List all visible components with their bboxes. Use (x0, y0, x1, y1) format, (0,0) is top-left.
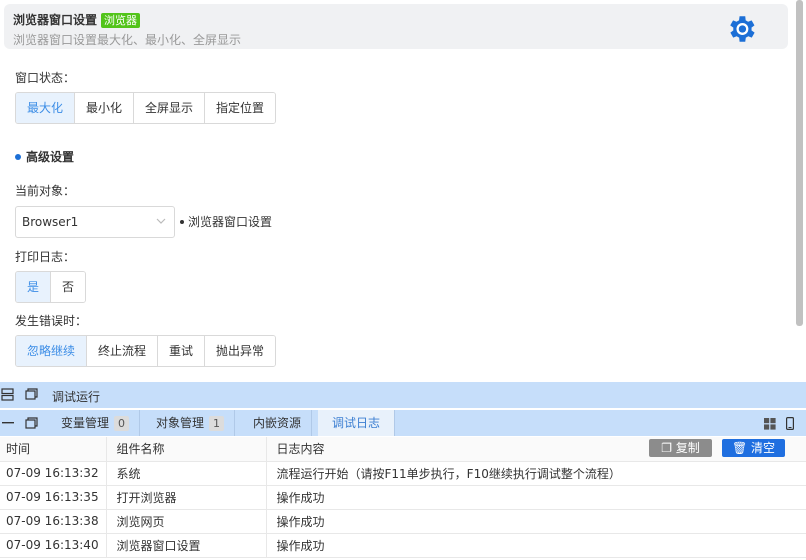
table-row: 07-09 16:13:35 打开浏览器 操作成功 (0, 485, 806, 510)
copy-icon: ❐ (661, 441, 676, 455)
windows-icon[interactable] (764, 418, 776, 430)
chevron-down-icon (156, 218, 166, 224)
tab-variables[interactable]: 变量管理 0 (51, 410, 141, 436)
component-header: 浏览器窗口设置 浏览器 浏览器窗口设置最大化、最小化、全屏显示 (4, 4, 788, 49)
log-component: 系统 (106, 461, 267, 486)
on-error-group: 忽略继续 终止流程 重试 抛出异常 (15, 335, 277, 367)
current-object-label: 当前对象： (15, 184, 76, 198)
on-error-retry[interactable]: 重试 (158, 336, 206, 366)
debug-bar: 调试运行 (0, 382, 806, 408)
minimize-icon[interactable] (2, 422, 14, 424)
table-row: 07-09 16:13:32 系统 流程运行开始（请按F11单步执行，F10继续… (0, 461, 806, 486)
log-time: 07-09 16:13:35 (0, 485, 107, 510)
window-state-fullscreen[interactable]: 全屏显示 (134, 93, 206, 123)
tab-debug-log-label: 调试日志 (332, 416, 381, 430)
on-error-throw[interactable]: 抛出异常 (205, 336, 276, 366)
gear-icon[interactable] (724, 12, 758, 46)
tab-variables-label: 变量管理 (61, 416, 110, 430)
log-header-time: 时间 (0, 437, 107, 462)
tab-objects[interactable]: 对象管理 1 (146, 410, 236, 436)
window-state-label: 窗口状态： (15, 71, 76, 85)
log-component: 打开浏览器 (106, 485, 267, 510)
object-name: 浏览器窗口设置 (180, 213, 272, 230)
advanced-title-text: 高级设置 (26, 150, 75, 164)
clear-log-label: 清空 (751, 441, 776, 455)
log-content: 操作成功 (266, 533, 806, 558)
tab-resources[interactable]: 内嵌资源 (243, 410, 313, 436)
debug-bar-title: 调试运行 (52, 390, 101, 404)
bullet-icon (15, 153, 21, 160)
bullet-icon (180, 219, 184, 224)
object-name-text: 浏览器窗口设置 (188, 215, 273, 229)
log-component: 浏览器窗口设置 (106, 533, 267, 558)
print-log-label: 打印日志： (15, 250, 76, 264)
log-time: 07-09 16:13:32 (0, 461, 107, 486)
component-subtitle: 浏览器窗口设置最大化、最小化、全屏显示 (13, 33, 242, 47)
print-log-no[interactable]: 否 (51, 272, 86, 302)
window-state-maximize[interactable]: 最大化 (16, 93, 76, 123)
split-layout-icon[interactable] (1, 388, 14, 401)
log-header-component: 组件名称 (106, 437, 267, 462)
mobile-icon[interactable] (786, 417, 794, 430)
window-icon[interactable] (25, 388, 38, 401)
table-row: 07-09 16:13:40 浏览器窗口设置 操作成功 (0, 533, 806, 558)
window-state-group: 最大化 最小化 全屏显示 指定位置 (15, 92, 277, 124)
tab-objects-label: 对象管理 (156, 416, 205, 430)
window-state-minimize[interactable]: 最小化 (75, 93, 135, 123)
tab-debug-log[interactable]: 调试日志 (318, 410, 396, 436)
copy-log-button[interactable]: ❐ 复制 (649, 439, 712, 457)
current-object-select[interactable]: Browser1 (15, 206, 175, 238)
trash-icon: 🗑 (731, 441, 752, 455)
log-time: 07-09 16:13:38 (0, 509, 107, 534)
log-time: 07-09 16:13:40 (0, 533, 107, 558)
on-error-stop[interactable]: 终止流程 (87, 336, 159, 366)
scrollbar[interactable] (796, 0, 803, 326)
advanced-section-title: 高级设置 (15, 148, 74, 165)
copy-log-label: 复制 (675, 441, 700, 455)
print-log-group: 是 否 (15, 271, 87, 303)
on-error-label: 发生错误时： (15, 314, 88, 328)
current-object-value: Browser1 (22, 215, 79, 229)
window-state-position[interactable]: 指定位置 (205, 93, 276, 123)
on-error-ignore[interactable]: 忽略继续 (16, 336, 88, 366)
log-content: 操作成功 (266, 485, 806, 510)
tab-variables-count: 0 (114, 416, 130, 431)
table-row: 07-09 16:13:38 浏览网页 操作成功 (0, 509, 806, 534)
component-title: 浏览器窗口设置 浏览器 (13, 11, 141, 28)
restore-icon[interactable] (25, 417, 38, 430)
log-content: 操作成功 (266, 509, 806, 534)
tab-resources-label: 内嵌资源 (253, 416, 302, 430)
component-tag: 浏览器 (101, 13, 141, 28)
clear-log-button[interactable]: 🗑 清空 (722, 439, 785, 457)
log-content: 流程运行开始（请按F11单步执行，F10继续执行调试整个流程） (266, 461, 806, 486)
bottom-tab-bar: 变量管理 0 对象管理 1 内嵌资源 调试日志 (0, 410, 806, 436)
component-title-text: 浏览器窗口设置 (13, 13, 98, 27)
tab-objects-count: 1 (209, 416, 225, 431)
print-log-yes[interactable]: 是 (16, 272, 52, 302)
log-component: 浏览网页 (106, 509, 267, 534)
